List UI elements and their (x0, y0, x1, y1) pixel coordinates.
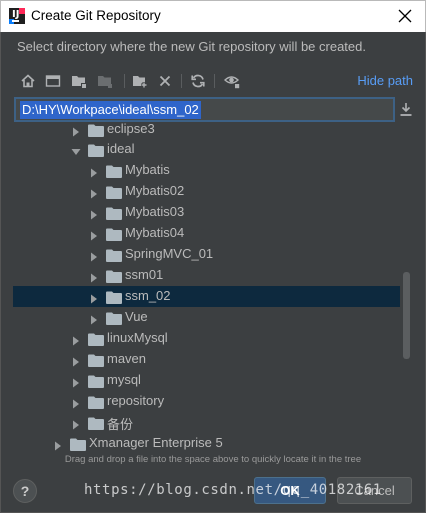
tree-row-label: Mybatis03 (125, 204, 185, 219)
title-bar: IJ Create Git Repository (0, 0, 426, 32)
tree-row-vue[interactable]: Vue (13, 307, 400, 328)
expand-arrow-icon[interactable] (70, 374, 82, 388)
tree-row-mybatis[interactable]: Mybatis (13, 160, 400, 181)
expand-arrow-icon[interactable] (70, 332, 82, 346)
tree-row-eclipse3[interactable]: eclipse3 (13, 122, 400, 140)
tree-row-backup[interactable]: 备份 (13, 412, 400, 433)
folder-icon (106, 226, 122, 241)
tree-row-label: Xmanager Enterprise 5 (89, 435, 223, 450)
help-button[interactable]: ? (13, 479, 37, 503)
expand-arrow-icon[interactable] (88, 290, 100, 304)
toolbar-separator (181, 74, 182, 88)
expand-arrow-icon[interactable] (88, 311, 100, 325)
folder-icon (70, 436, 86, 451)
tree-row-label: 备份 (107, 418, 134, 433)
expand-arrow-icon[interactable] (70, 353, 82, 367)
expand-arrow-icon[interactable] (70, 395, 82, 409)
new-folder-icon[interactable] (130, 71, 150, 91)
expand-arrow-icon[interactable] (88, 185, 100, 199)
directory-tree[interactable]: eclipse3 ideal Mybatis Mybatis02 Mybatis… (13, 122, 400, 452)
folder-icon (106, 163, 122, 178)
tree-row-label: linuxMysql (107, 330, 168, 345)
folder-icon (106, 310, 122, 325)
tree-row-label: Mybatis02 (125, 183, 185, 198)
tree-row-ssm01[interactable]: ssm01 (13, 265, 400, 286)
close-icon[interactable] (395, 6, 415, 26)
folder-icon (88, 394, 104, 409)
cancel-button[interactable]: Cancel (337, 477, 412, 504)
expand-arrow-icon[interactable] (52, 437, 64, 451)
tree-row-ideal[interactable]: ideal (13, 139, 400, 160)
expand-arrow-icon[interactable] (88, 206, 100, 220)
tree-row-xmanager-enterprise-5[interactable]: Xmanager Enterprise 5 (13, 433, 400, 452)
expand-arrow-icon[interactable] (88, 164, 100, 178)
folder-icon (88, 373, 104, 388)
drag-drop-hint: Drag and drop a file into the space abov… (64, 454, 362, 465)
tree-row-label: maven (107, 351, 147, 366)
expand-arrow-icon[interactable] (88, 248, 100, 262)
download-icon[interactable] (399, 100, 413, 118)
tree-row-label: eclipse3 (107, 122, 155, 136)
folder-icon (106, 247, 122, 262)
tree-row-label: Vue (125, 309, 148, 324)
tree-row-linuxmysql[interactable]: linuxMysql (13, 328, 400, 349)
tree-row-label: mysql (107, 372, 141, 387)
folder-icon (88, 415, 104, 430)
refresh-icon[interactable] (188, 71, 208, 91)
folder-icon (106, 289, 122, 304)
tree-row-maven[interactable]: maven (13, 349, 400, 370)
expand-arrow-icon[interactable] (70, 416, 82, 430)
window-title: Create Git Repository (31, 8, 161, 23)
home-icon[interactable] (18, 71, 38, 91)
delete-icon[interactable] (155, 71, 175, 91)
expand-arrow-icon[interactable] (88, 269, 100, 283)
hide-path-link[interactable]: Hide path (357, 73, 413, 88)
folder-icon (88, 352, 104, 367)
tree-row-ssm-02[interactable]: ssm_02 (13, 286, 400, 307)
ok-button[interactable]: OK (254, 477, 326, 504)
folder-icon (88, 142, 104, 157)
toolbar-separator (214, 74, 215, 88)
desktop-icon[interactable] (43, 71, 63, 91)
tree-row-label: ideal (107, 141, 135, 156)
tree-row-mysql[interactable]: mysql (13, 370, 400, 391)
tree-row-repository[interactable]: repository (13, 391, 400, 412)
path-input[interactable]: D:\HY\Workpace\ideal\ssm_02 (14, 97, 395, 122)
toolbar-separator (124, 74, 125, 88)
tree-row-label: ssm01 (125, 267, 164, 282)
tree-row-label: Mybatis (125, 162, 170, 177)
folder-icon (106, 268, 122, 283)
tree-row-springmvc-01[interactable]: SpringMVC_01 (13, 244, 400, 265)
intellij-logo-icon: IJ (9, 8, 25, 24)
expand-arrow-icon[interactable] (70, 123, 82, 137)
file-chooser-toolbar (18, 70, 318, 92)
tree-row-label: repository (107, 393, 165, 408)
collapse-arrow-icon[interactable] (70, 143, 82, 155)
folder-icon (88, 122, 104, 137)
show-hidden-icon[interactable] (222, 71, 242, 91)
tree-row-mybatis03[interactable]: Mybatis03 (13, 202, 400, 223)
folder-icon (88, 331, 104, 346)
module-folder-icon[interactable] (95, 71, 115, 91)
dialog-description: Select directory where the new Git repos… (17, 39, 366, 54)
tree-scrollbar-thumb[interactable] (403, 272, 410, 359)
tree-row-label: Mybatis04 (125, 225, 185, 240)
project-folder-icon[interactable] (69, 71, 89, 91)
expand-arrow-icon[interactable] (88, 227, 100, 241)
folder-icon (106, 205, 122, 220)
tree-row-mybatis04[interactable]: Mybatis04 (13, 223, 400, 244)
tree-row-label: SpringMVC_01 (125, 246, 214, 261)
folder-icon (106, 184, 122, 199)
tree-row-mybatis02[interactable]: Mybatis02 (13, 181, 400, 202)
tree-row-label: ssm_02 (125, 288, 171, 303)
